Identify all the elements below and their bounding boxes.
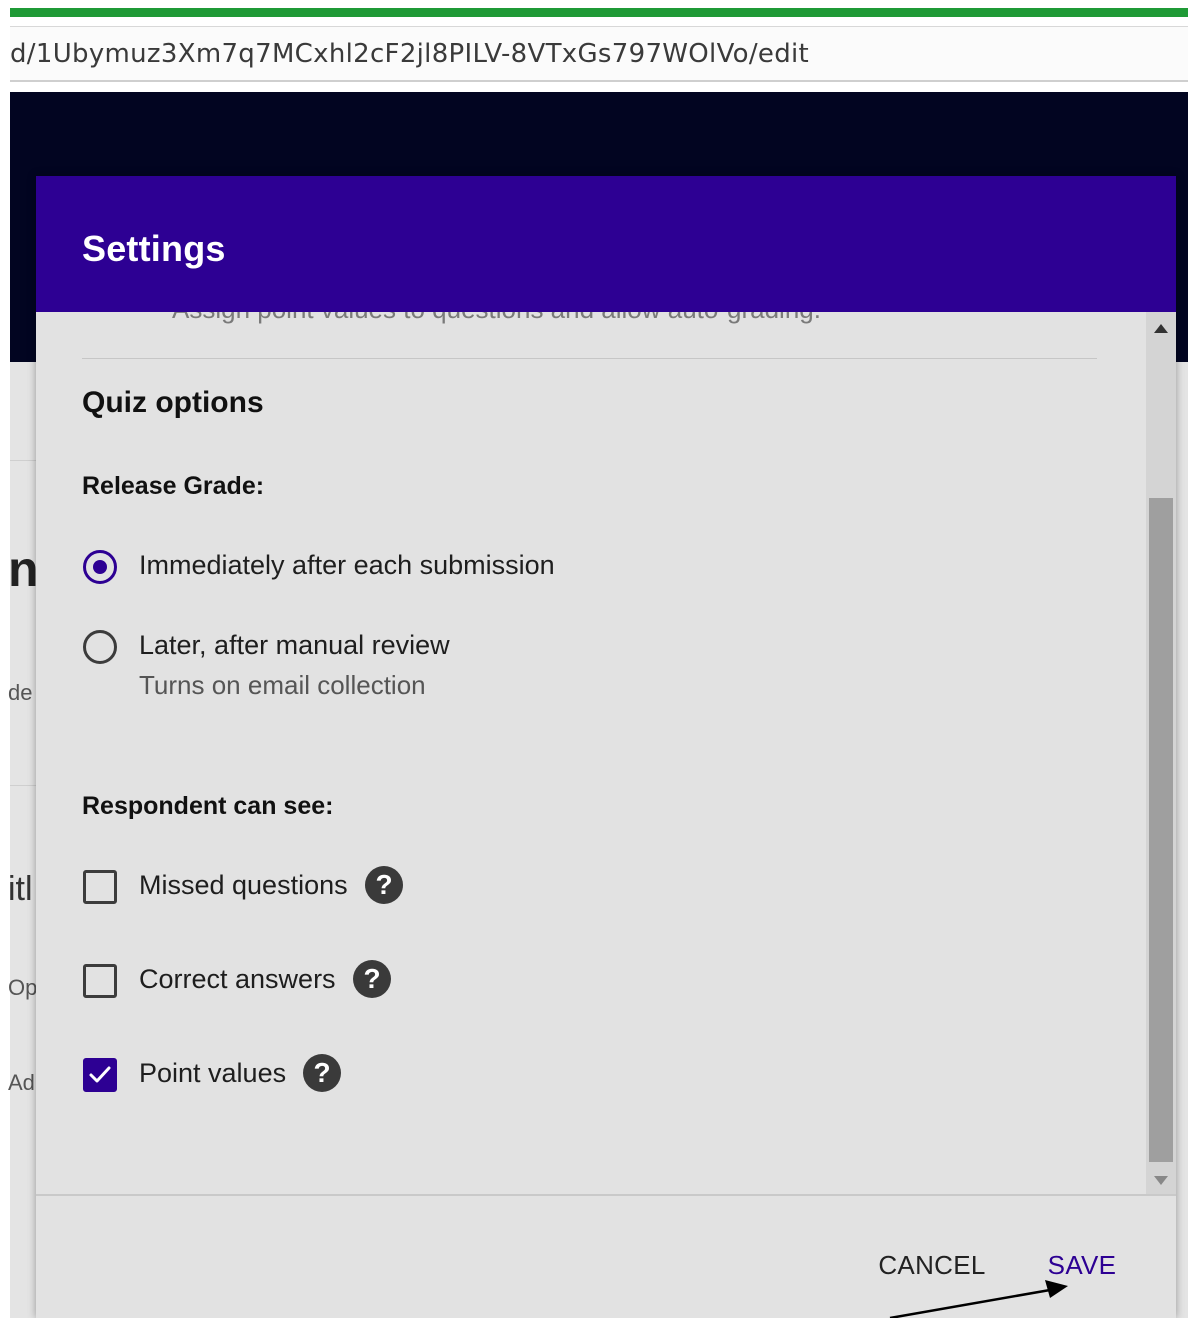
background-text-fragment: Op: [8, 975, 36, 1000]
checkbox-point-values[interactable]: [83, 1058, 117, 1092]
checkbox-point-values-label[interactable]: Point values: [139, 1058, 286, 1089]
help-icon[interactable]: ?: [365, 866, 403, 904]
arrow-pointer-icon: [889, 1280, 1068, 1318]
help-icon[interactable]: ?: [303, 1054, 341, 1092]
footer-divider: [36, 1194, 1176, 1196]
release-grade-label: Release Grade:: [82, 472, 265, 500]
quiz-toggle-description: Assign point values to questions and all…: [172, 312, 821, 325]
quiz-options-title: Quiz options: [82, 386, 264, 419]
checkbox-missed-questions[interactable]: [83, 870, 117, 904]
url-text: d/1Ubymuz3Xm7q7MCxhl2cF2jl8PILV-8VTxGs79…: [10, 39, 810, 69]
background-text-fragment: itl: [8, 870, 33, 908]
radio-immediately-label[interactable]: Immediately after each submission: [139, 550, 555, 581]
background-text-fragment: nt: [8, 541, 36, 597]
section-divider: [82, 358, 1097, 359]
checkbox-correct-answers-label[interactable]: Correct answers: [139, 964, 336, 995]
checkbox-missed-questions-label[interactable]: Missed questions: [139, 870, 348, 901]
radio-immediately[interactable]: [83, 550, 117, 584]
browser-top-bar: [10, 8, 1188, 17]
radio-later[interactable]: [83, 630, 117, 664]
help-icon[interactable]: ?: [353, 960, 391, 998]
checkbox-correct-answers[interactable]: [83, 964, 117, 998]
dialog-title: Settings: [82, 228, 226, 269]
scroll-up-arrow-icon[interactable]: [1154, 324, 1168, 333]
scroll-down-arrow-icon[interactable]: [1154, 1176, 1168, 1185]
background-text-fragment: de: [8, 680, 33, 705]
radio-later-label[interactable]: Later, after manual review: [139, 630, 450, 661]
scrollbar[interactable]: [1146, 312, 1176, 1194]
settings-dialog: Settings Assign point values to question…: [36, 176, 1176, 1318]
check-icon: [89, 1066, 111, 1083]
respondent-can-see-label: Respondent can see:: [82, 792, 334, 820]
scrollbar-thumb[interactable]: [1149, 498, 1173, 1162]
dialog-header: Settings: [36, 176, 1176, 312]
address-bar[interactable]: d/1Ubymuz3Xm7q7MCxhl2cF2jl8PILV-8VTxGs79…: [10, 26, 1188, 82]
background-text-fragment: Ad: [8, 1070, 35, 1095]
radio-later-sublabel: Turns on email collection: [139, 670, 426, 700]
dialog-scroll-content[interactable]: Assign point values to questions and all…: [36, 312, 1146, 1194]
